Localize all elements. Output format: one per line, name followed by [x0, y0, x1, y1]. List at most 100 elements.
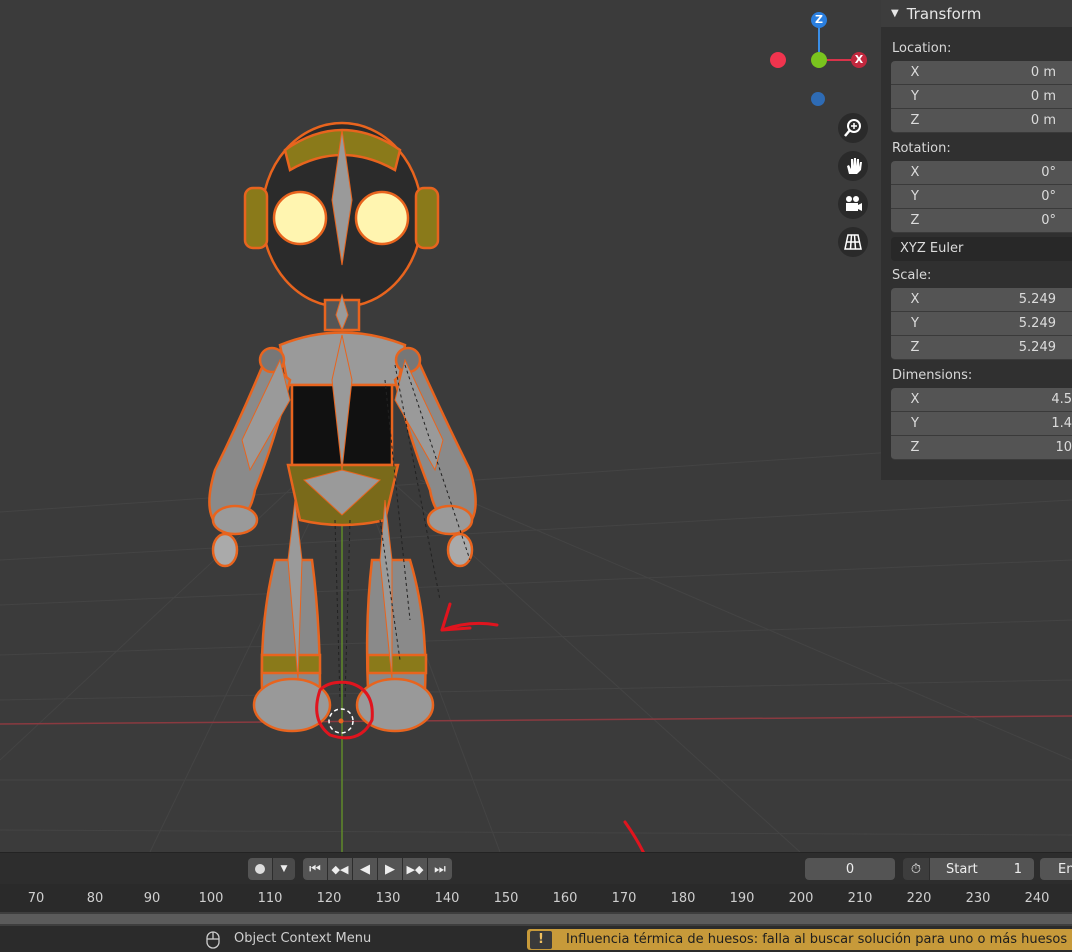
- warning-report[interactable]: ! Influencia térmica de huesos: falla al…: [527, 929, 1072, 950]
- play-reverse-button[interactable]: ◀: [353, 858, 377, 880]
- ruler-tick: 140: [434, 891, 460, 906]
- x-axis-line: [0, 715, 1072, 725]
- location-y-field[interactable]: Y 0 m: [891, 85, 1072, 109]
- ruler-tick: 160: [552, 891, 578, 906]
- ruler-tick: 230: [965, 891, 991, 906]
- rotation-x-field[interactable]: X 0°: [891, 161, 1072, 185]
- ruler-tick: 180: [670, 891, 696, 906]
- transform-sidebar: ▼ Transform Location: X 0 m Y 0 m Z 0 m Rot…: [881, 0, 1072, 480]
- dimensions-label: Dimensions:: [892, 368, 973, 383]
- jump-end-icon: ⏭: [434, 861, 446, 877]
- ruler-tick: 120: [316, 891, 342, 906]
- play-icon: ▶: [385, 861, 395, 877]
- location-x-field[interactable]: X 0 m: [891, 61, 1072, 85]
- field-value: 10: [1055, 440, 1072, 455]
- axis-label: Y: [911, 416, 919, 431]
- stopwatch-icon: ⏱: [910, 861, 922, 877]
- timeline-ruler[interactable]: 70 80 90 100 110 120 130 140 150 160 170…: [0, 884, 1072, 912]
- ruler-tick: 150: [493, 891, 519, 906]
- prev-keyframe-icon: ◆◀: [331, 862, 349, 876]
- rotation-z-field[interactable]: Z 0°: [891, 209, 1072, 233]
- dimensions-z-field[interactable]: Z 10: [891, 436, 1072, 460]
- dimensions-x-field[interactable]: X 4.5: [891, 388, 1072, 412]
- transform-title: Transform: [906, 4, 982, 23]
- field-value: 0 m: [1030, 65, 1056, 80]
- current-frame-field[interactable]: 0: [805, 858, 895, 880]
- scale-label: Scale:: [892, 268, 932, 283]
- gizmo-negative-x[interactable]: [770, 52, 786, 68]
- preview-range-toggle[interactable]: ⏱: [903, 858, 929, 880]
- field-value: 5.249: [1018, 292, 1056, 307]
- pan-button[interactable]: [838, 151, 868, 181]
- ruler-tick: 70: [27, 891, 45, 906]
- field-value: 1.4: [1051, 416, 1072, 431]
- axis-label: Y: [911, 89, 919, 104]
- ruler-tick: 90: [143, 891, 161, 906]
- field-value: 5.249: [1018, 340, 1056, 355]
- gizmo-negative-z[interactable]: [811, 92, 825, 106]
- timeline-scrollbar[interactable]: [0, 912, 1072, 926]
- play-reverse-icon: ◀: [360, 861, 370, 877]
- record-button[interactable]: [248, 858, 272, 880]
- ruler-tick: 190: [729, 891, 755, 906]
- warning-text: Influencia térmica de huesos: falla al b…: [566, 932, 1068, 947]
- chevron-down-icon: ▼: [280, 864, 288, 874]
- collapse-triangle-icon: ▼: [891, 8, 899, 19]
- perspective-toggle-button[interactable]: [838, 227, 868, 257]
- scale-y-field[interactable]: Y 5.249: [891, 312, 1072, 336]
- ruler-tick: 100: [198, 891, 224, 906]
- mouse-right-click-icon: [206, 931, 220, 949]
- ruler-tick: 240: [1024, 891, 1050, 906]
- zoom-icon: [844, 119, 861, 137]
- gizmo-z-axis[interactable]: Z: [811, 12, 827, 28]
- field-value: 0 m: [1030, 113, 1056, 128]
- axis-label: Z: [910, 440, 920, 455]
- start-frame-field[interactable]: Start 1: [930, 858, 1034, 880]
- play-button[interactable]: ▶: [378, 858, 402, 880]
- end-label: En: [1058, 861, 1072, 877]
- dimensions-y-field[interactable]: Y 1.4: [891, 412, 1072, 436]
- axis-label: Z: [910, 340, 920, 355]
- field-value: 0°: [1041, 165, 1056, 180]
- field-value: 0°: [1041, 213, 1056, 228]
- rotation-y-field[interactable]: Y 0°: [891, 185, 1072, 209]
- warning-icon: !: [530, 930, 552, 949]
- ruler-tick: 200: [788, 891, 814, 906]
- axis-label: X: [910, 165, 920, 180]
- keying-dropdown[interactable]: ▼: [273, 858, 295, 880]
- scale-z-field[interactable]: Z 5.249: [891, 336, 1072, 360]
- jump-start-button[interactable]: ⏮: [303, 858, 327, 880]
- jump-end-button[interactable]: ⏭: [428, 858, 452, 880]
- ruler-tick: 170: [611, 891, 637, 906]
- scale-x-field[interactable]: X 5.249: [891, 288, 1072, 312]
- next-keyframe-icon: ▶◆: [406, 862, 424, 876]
- ruler-tick: 110: [257, 891, 283, 906]
- field-value: 0 m: [1030, 89, 1056, 104]
- camera-view-button[interactable]: [838, 189, 868, 219]
- grid-icon: [844, 234, 862, 250]
- prev-keyframe-button[interactable]: ◆◀: [328, 858, 352, 880]
- context-menu-hint: Object Context Menu: [234, 931, 372, 946]
- current-frame-value: 0: [845, 861, 855, 877]
- location-label: Location:: [892, 41, 952, 56]
- scrollbar-thumb[interactable]: [0, 914, 1072, 924]
- axis-label: X: [910, 392, 920, 407]
- gizmo-x-label: X: [854, 53, 864, 66]
- status-bar: Object Context Menu ! Influencia térmica…: [0, 926, 1072, 952]
- transform-panel-header[interactable]: ▼ Transform: [881, 0, 1072, 27]
- gizmo-x-axis[interactable]: X: [851, 52, 867, 68]
- next-keyframe-button[interactable]: ▶◆: [403, 858, 427, 880]
- ruler-tick: 80: [86, 891, 104, 906]
- field-value: 4.5: [1051, 392, 1072, 407]
- start-label: Start: [946, 861, 978, 877]
- jump-start-icon: ⏮: [309, 861, 321, 877]
- ruler-tick: 220: [906, 891, 932, 906]
- axis-label: X: [910, 292, 920, 307]
- gizmo-y-axis[interactable]: [811, 52, 827, 68]
- zoom-button[interactable]: [838, 113, 868, 143]
- location-z-field[interactable]: Z 0 m: [891, 109, 1072, 133]
- rotation-mode-dropdown[interactable]: XYZ Euler: [891, 237, 1072, 261]
- gizmo-z-label: Z: [815, 13, 823, 26]
- end-frame-field[interactable]: En: [1040, 858, 1072, 880]
- axis-label: X: [910, 65, 920, 80]
